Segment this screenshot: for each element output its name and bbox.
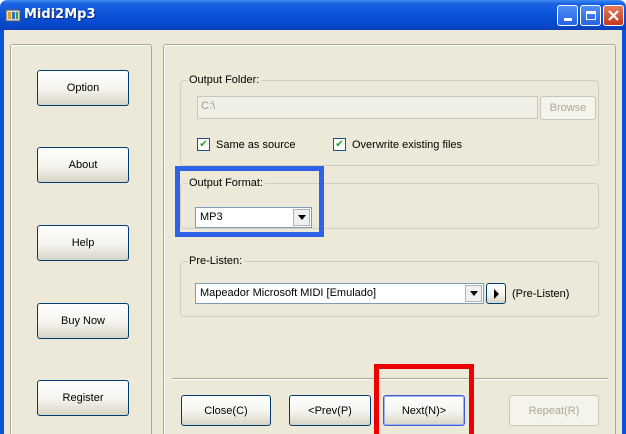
about-button[interactable]: About [37, 147, 129, 183]
output-folder-group: Output Folder: [180, 73, 599, 166]
repeat-button[interactable]: Repeat(R) [509, 395, 599, 426]
output-format-legend: Output Format: [187, 176, 265, 190]
close-button[interactable]: Close(C) [181, 395, 271, 426]
option-button[interactable]: Option [37, 70, 129, 106]
same-as-source-label: Same as source [216, 138, 296, 151]
output-format-dropdown[interactable]: MP3 [195, 207, 312, 228]
close-window-button[interactable] [603, 5, 624, 26]
buy-now-button[interactable]: Buy Now [37, 303, 129, 339]
pre-listen-label: (Pre-Listen) [512, 288, 570, 300]
window-title: Midi2Mp3 [24, 7, 96, 22]
maximize-button[interactable] [580, 5, 601, 26]
footer-divider [172, 378, 608, 380]
same-as-source-checkbox[interactable]: ✔ Same as source [197, 138, 295, 151]
overwrite-existing-label: Overwrite existing files [352, 138, 463, 151]
output-format-value: MP3 [200, 211, 223, 223]
pre-listen-play-button[interactable] [486, 283, 506, 304]
close-icon [608, 10, 619, 21]
browse-button[interactable]: Browse [540, 96, 596, 120]
help-button[interactable]: Help [37, 225, 129, 261]
minimize-button[interactable] [557, 5, 578, 26]
next-button[interactable]: Next(N)> [383, 395, 465, 426]
output-folder-path-input[interactable]: C:\ [197, 96, 538, 119]
dropdown-arrow-icon[interactable] [465, 285, 482, 302]
dropdown-arrow-icon[interactable] [293, 209, 310, 226]
checkbox-check-icon: ✔ [333, 138, 346, 151]
overwrite-existing-checkbox[interactable]: ✔ Overwrite existing files [333, 138, 462, 151]
app-icon [5, 9, 21, 22]
prev-button[interactable]: <Prev(P) [289, 395, 371, 426]
minimize-icon [563, 18, 572, 21]
midi-device-dropdown[interactable]: Mapeador Microsoft MIDI [Emulado] [195, 283, 484, 304]
title-bar[interactable]: Midi2Mp3 [0, 0, 626, 30]
pre-listen-legend: Pre-Listen: [187, 254, 245, 268]
output-folder-legend: Output Folder: [187, 73, 262, 87]
register-button[interactable]: Register [37, 380, 129, 416]
maximize-icon [585, 11, 596, 20]
checkbox-check-icon: ✔ [197, 138, 210, 151]
midi-device-value: Mapeador Microsoft MIDI [Emulado] [200, 287, 377, 299]
play-icon [493, 288, 499, 299]
